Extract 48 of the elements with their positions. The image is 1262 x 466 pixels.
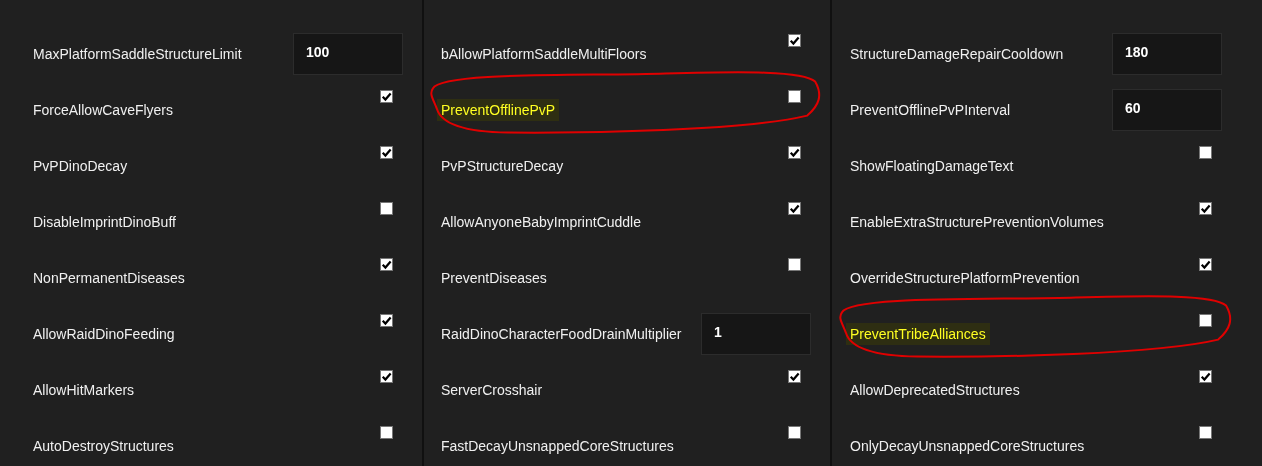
checkbox[interactable] <box>1199 370 1212 383</box>
checkbox[interactable] <box>788 34 801 47</box>
setting-label: AllowRaidDinoFeeding <box>33 325 176 344</box>
setting-label: PvPDinoDecay <box>33 157 129 176</box>
setting-label: DisableImprintDinoBuff <box>33 213 177 232</box>
checkbox[interactable] <box>380 314 393 327</box>
setting-label: PvPStructureDecay <box>441 157 565 176</box>
checkbox[interactable] <box>380 426 393 439</box>
checkbox[interactable] <box>380 258 393 271</box>
checkbox[interactable] <box>788 370 801 383</box>
checkbox[interactable] <box>1199 426 1212 439</box>
checkbox[interactable] <box>1199 146 1212 159</box>
checkbox[interactable] <box>1199 258 1212 271</box>
setting-label: FastDecayUnsnappedCoreStructures <box>441 437 675 456</box>
setting-label: RaidDinoCharacterFoodDrainMultiplier <box>441 325 683 344</box>
checkbox[interactable] <box>380 146 393 159</box>
setting-label: OverrideStructurePlatformPrevention <box>850 269 1081 288</box>
setting-label: AutoDestroyStructures <box>33 437 175 456</box>
setting-label: ForceAllowCaveFlyers <box>33 101 175 120</box>
setting-label: OnlyDecayUnsnappedCoreStructures <box>850 437 1086 456</box>
setting-label: bAllowPlatformSaddleMultiFloors <box>441 45 648 64</box>
setting-label: AllowAnyoneBabyImprintCuddle <box>441 213 642 232</box>
setting-label: PreventOfflinePvP <box>437 99 560 121</box>
setting-label: AllowDeprecatedStructures <box>850 381 1021 400</box>
setting-label: ShowFloatingDamageText <box>850 157 1015 176</box>
number-field[interactable]: 1 <box>701 313 811 355</box>
checkbox[interactable] <box>788 258 801 271</box>
setting-label: PreventOfflinePvPInterval <box>850 101 1012 120</box>
checkbox[interactable] <box>1199 314 1212 327</box>
setting-label: PreventDiseases <box>441 269 548 288</box>
checkbox[interactable] <box>380 370 393 383</box>
setting-label: StructureDamageRepairCooldown <box>850 45 1065 64</box>
checkbox[interactable] <box>380 90 393 103</box>
setting-label: EnableExtraStructurePreventionVolumes <box>850 213 1105 232</box>
checkbox[interactable] <box>788 90 801 103</box>
checkbox[interactable] <box>1199 202 1212 215</box>
checkbox[interactable] <box>788 426 801 439</box>
checkbox[interactable] <box>788 146 801 159</box>
number-field[interactable]: 100 <box>293 33 403 75</box>
number-field[interactable]: 180 <box>1112 33 1222 75</box>
checkbox[interactable] <box>788 202 801 215</box>
setting-label: ServerCrosshair <box>441 381 544 400</box>
setting-label: AllowHitMarkers <box>33 381 136 400</box>
setting-label: NonPermanentDiseases <box>33 269 186 288</box>
setting-label: PreventTribeAlliances <box>846 323 990 345</box>
setting-label: MaxPlatformSaddleStructureLimit <box>33 45 243 64</box>
number-field[interactable]: 60 <box>1112 89 1222 131</box>
checkbox[interactable] <box>380 202 393 215</box>
